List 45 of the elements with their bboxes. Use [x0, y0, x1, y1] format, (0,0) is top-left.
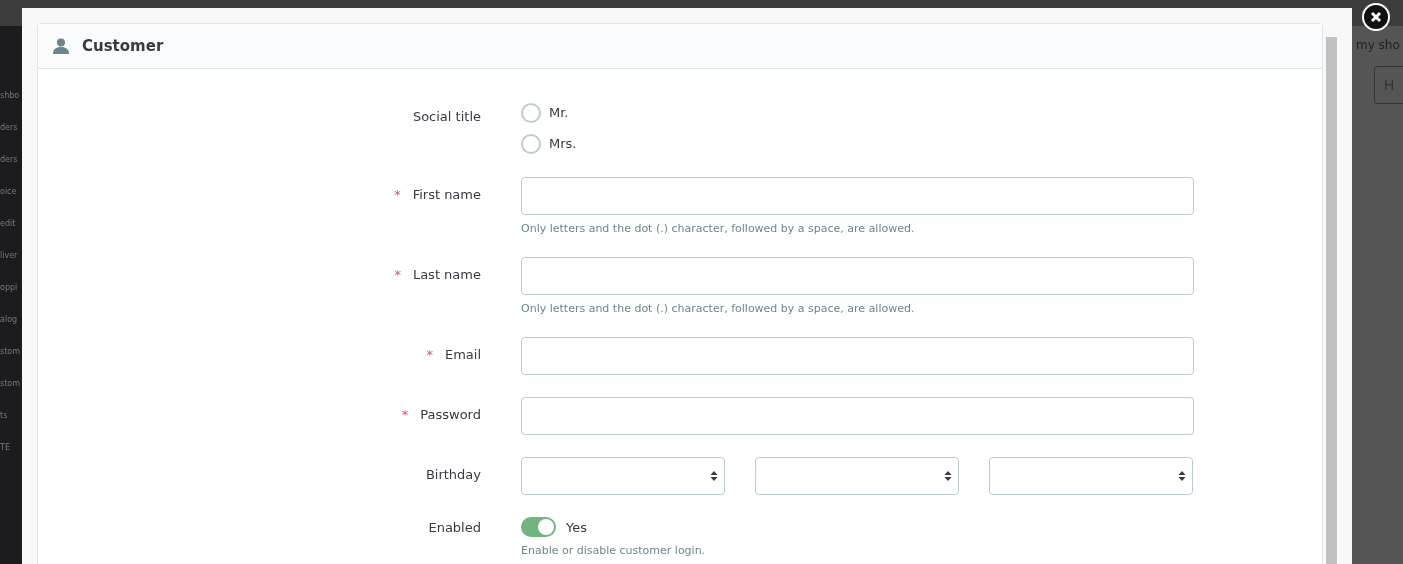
required-mark: * — [401, 407, 409, 422]
required-mark: * — [394, 187, 401, 202]
field-label: * Email — [425, 346, 481, 364]
sidebar-item[interactable]: stom — [0, 372, 22, 396]
sidebar-item[interactable]: edit — [0, 212, 22, 236]
radio-option[interactable]: Mr. — [521, 101, 1194, 124]
sort-icon — [1178, 470, 1186, 482]
help-text: Enable or disable customer login. — [521, 544, 707, 557]
radio-button[interactable] — [521, 133, 541, 154]
required-mark: * — [426, 347, 433, 362]
radio-button[interactable] — [521, 102, 541, 123]
field-label: Birthday — [424, 466, 481, 484]
radio-option[interactable]: Mrs. — [521, 132, 1194, 155]
field-label: Enabled — [427, 519, 481, 537]
sidebar-item[interactable]: alog — [0, 308, 22, 332]
sidebar-item[interactable]: oppi — [0, 276, 22, 300]
person-icon — [52, 38, 70, 54]
switch-value: Yes — [566, 519, 587, 535]
dropdown[interactable] — [521, 457, 725, 495]
text-field[interactable] — [521, 397, 1194, 435]
text-field[interactable] — [521, 337, 1194, 375]
toggle-switch[interactable] — [521, 517, 556, 537]
text-field[interactable] — [521, 257, 1194, 295]
text-field[interactable] — [521, 177, 1194, 215]
dropdown[interactable] — [989, 457, 1193, 495]
close-icon — [1370, 11, 1382, 23]
required-mark: * — [394, 267, 401, 282]
field-label: Social title — [411, 108, 481, 126]
sidebar-item[interactable]: ders — [0, 148, 22, 172]
field-label: * Last name — [393, 266, 481, 284]
sidebar-item[interactable]: ders — [0, 116, 22, 140]
field-label: * First name — [393, 186, 481, 204]
dropdown[interactable] — [755, 457, 959, 495]
sidebar-item[interactable]: liver — [0, 244, 22, 268]
sidebar-item[interactable]: shbo — [0, 84, 22, 108]
panel-title: Customer — [82, 37, 164, 55]
sidebar-item[interactable]: TE — [0, 436, 22, 460]
help-text: Only letters and the dot (.) character, followed by a space, are allowed. — [521, 302, 916, 315]
sidebar-item[interactable]: ts — [0, 404, 22, 428]
sort-icon — [944, 470, 952, 482]
sort-icon — [710, 470, 718, 482]
sidebar-item[interactable]: stom — [0, 340, 22, 364]
sidebar-item[interactable]: oice — [0, 180, 22, 204]
help-text: Only letters and the dot (.) character, followed by a space, are allowed. — [521, 222, 916, 235]
field-label: * Password — [400, 406, 481, 424]
